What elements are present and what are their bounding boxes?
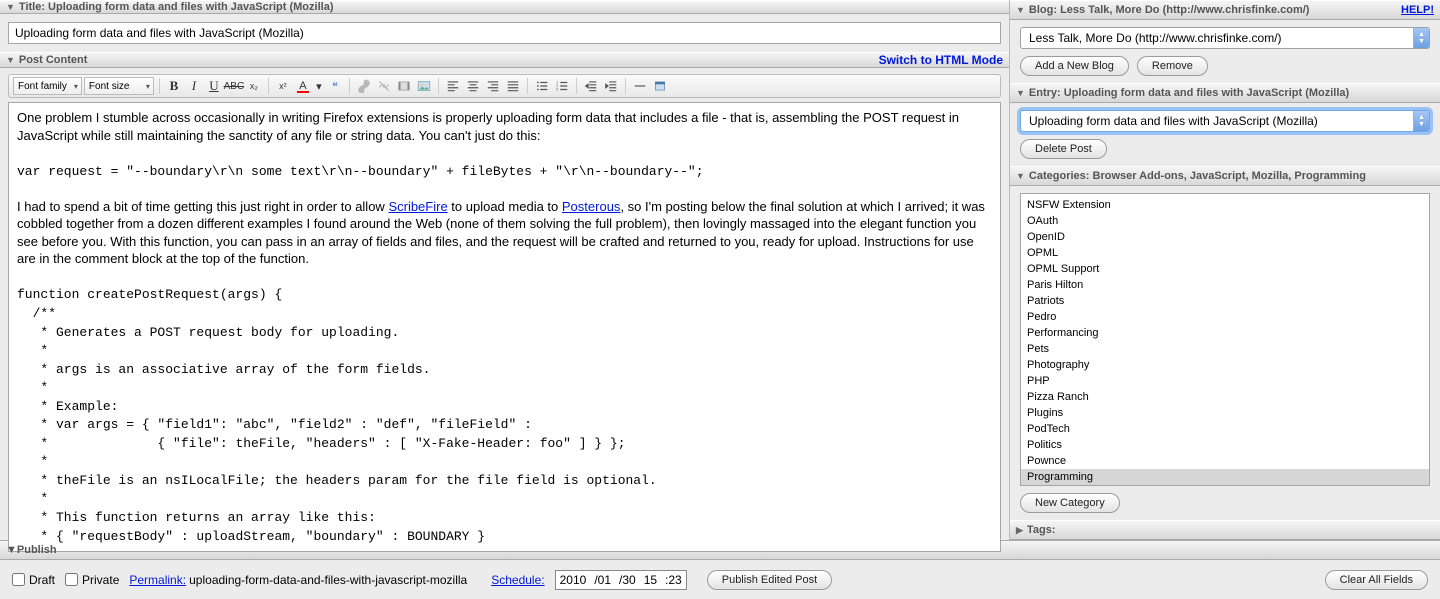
subscript-button[interactable]: x₂ bbox=[245, 77, 263, 95]
blog-panel-label: Blog: Less Talk, More Do (http://www.chr… bbox=[1029, 4, 1310, 16]
blog-select[interactable]: Less Talk, More Do (http://www.chrisfink… bbox=[1020, 27, 1430, 49]
title-panel-label: Title: Uploading form data and files wit… bbox=[19, 1, 334, 13]
collapse-icon: ▼ bbox=[6, 55, 15, 65]
private-checkbox[interactable]: Private bbox=[65, 573, 119, 587]
permalink-link[interactable]: Permalink: bbox=[129, 573, 186, 587]
content-panel-header[interactable]: ▼ Post Content Switch to HTML Mode bbox=[0, 52, 1009, 68]
font-family-select[interactable]: Font family bbox=[13, 77, 82, 95]
categories-panel-header[interactable]: ▼ Categories: Browser Add-ons, JavaScrip… bbox=[1010, 166, 1440, 186]
superscript-button[interactable]: x² bbox=[274, 77, 292, 95]
schedule-link[interactable]: Schedule: bbox=[491, 573, 544, 587]
category-item[interactable]: Patriots bbox=[1021, 293, 1429, 309]
category-item[interactable]: OpenID bbox=[1021, 229, 1429, 245]
link-button[interactable] bbox=[355, 77, 373, 95]
outdent-button[interactable] bbox=[582, 77, 600, 95]
hr-button[interactable] bbox=[631, 77, 649, 95]
category-item[interactable]: Pets bbox=[1021, 341, 1429, 357]
select-arrows-icon: ▲▼ bbox=[1413, 28, 1429, 48]
right-column: ▼ Blog: Less Talk, More Do (http://www.c… bbox=[1010, 0, 1440, 540]
collapse-icon: ▼ bbox=[6, 2, 15, 12]
category-item[interactable]: OAuth bbox=[1021, 213, 1429, 229]
draft-checkbox[interactable]: Draft bbox=[12, 573, 55, 587]
category-item[interactable]: Programming bbox=[1021, 469, 1429, 485]
bullet-list-button[interactable] bbox=[533, 77, 551, 95]
publish-bar: Draft Private Permalink: uploading-form-… bbox=[0, 560, 1440, 599]
tags-panel-label: Tags: bbox=[1027, 524, 1056, 536]
category-item[interactable]: Politics bbox=[1021, 437, 1429, 453]
collapse-icon: ▼ bbox=[1016, 88, 1025, 98]
delete-post-button[interactable]: Delete Post bbox=[1020, 139, 1107, 159]
posterous-link[interactable]: Posterous bbox=[562, 199, 621, 214]
publish-button[interactable]: Publish Edited Post bbox=[707, 570, 832, 590]
add-blog-button[interactable]: Add a New Blog bbox=[1020, 56, 1129, 76]
content-panel-label: Post Content bbox=[19, 54, 87, 66]
remove-blog-button[interactable]: Remove bbox=[1137, 56, 1208, 76]
scribefire-link[interactable]: ScribeFire bbox=[388, 199, 447, 214]
blog-panel-header[interactable]: ▼ Blog: Less Talk, More Do (http://www.c… bbox=[1010, 0, 1440, 20]
publish-panel-label: Publish bbox=[17, 544, 57, 556]
categories-list[interactable]: NewsRadioNintendo WiiNSFW ExtensionOAuth… bbox=[1020, 193, 1430, 486]
category-item[interactable]: OPML bbox=[1021, 245, 1429, 261]
new-category-button[interactable]: New Category bbox=[1020, 493, 1120, 513]
video-button[interactable] bbox=[395, 77, 413, 95]
category-item[interactable]: Pownce bbox=[1021, 453, 1429, 469]
title-panel-header[interactable]: ▼ Title: Uploading form data and files w… bbox=[0, 0, 1009, 14]
switch-html-link[interactable]: Switch to HTML Mode bbox=[879, 53, 1003, 67]
category-item[interactable]: Photography bbox=[1021, 357, 1429, 373]
collapse-icon: ▼ bbox=[1016, 171, 1025, 181]
italic-button[interactable]: I bbox=[185, 77, 203, 95]
categories-panel-label: Categories: Browser Add-ons, JavaScript,… bbox=[1029, 170, 1366, 182]
bold-button[interactable]: B bbox=[165, 77, 183, 95]
category-item[interactable]: Pizza Ranch bbox=[1021, 389, 1429, 405]
text-color-dropdown[interactable]: ▾ bbox=[314, 77, 324, 95]
window-button[interactable] bbox=[651, 77, 669, 95]
category-item[interactable]: Pedro bbox=[1021, 309, 1429, 325]
unlink-button[interactable] bbox=[375, 77, 393, 95]
entry-panel-label: Entry: Uploading form data and files wit… bbox=[1029, 87, 1349, 99]
help-link[interactable]: HELP! bbox=[1401, 4, 1434, 16]
tags-panel-header[interactable]: ▶ Tags: bbox=[1010, 520, 1440, 540]
select-arrows-icon: ▲▼ bbox=[1413, 111, 1429, 131]
editor-toolbar: Font family Font size B I U ABC x₂ x² A … bbox=[8, 74, 1001, 98]
category-item[interactable]: PodTech bbox=[1021, 421, 1429, 437]
schedule-input[interactable]: 2010 /01 /30 15 :23 bbox=[555, 570, 687, 590]
number-list-button[interactable]: 123 bbox=[553, 77, 571, 95]
category-item[interactable]: PHP bbox=[1021, 373, 1429, 389]
left-column: ▼ Title: Uploading form data and files w… bbox=[0, 0, 1010, 540]
align-right-button[interactable] bbox=[484, 77, 502, 95]
align-justify-button[interactable] bbox=[504, 77, 522, 95]
category-item[interactable]: Performancing bbox=[1021, 325, 1429, 341]
collapse-icon: ▶ bbox=[1016, 525, 1023, 536]
entry-panel-header[interactable]: ▼ Entry: Uploading form data and files w… bbox=[1010, 83, 1440, 103]
align-left-button[interactable] bbox=[444, 77, 462, 95]
title-input[interactable] bbox=[8, 22, 1001, 44]
align-center-button[interactable] bbox=[464, 77, 482, 95]
post-content-editor[interactable]: One problem I stumble across occasionall… bbox=[8, 102, 1001, 552]
clear-fields-button[interactable]: Clear All Fields bbox=[1325, 570, 1428, 590]
category-item[interactable]: OPML Support bbox=[1021, 261, 1429, 277]
category-item[interactable]: Plugins bbox=[1021, 405, 1429, 421]
indent-button[interactable] bbox=[602, 77, 620, 95]
image-button[interactable] bbox=[415, 77, 433, 95]
svg-text:3: 3 bbox=[556, 88, 558, 92]
collapse-icon: ▼ bbox=[6, 544, 17, 556]
font-size-select[interactable]: Font size bbox=[84, 77, 154, 95]
permalink-value: uploading-form-data-and-files-with-javas… bbox=[189, 573, 467, 587]
entry-select[interactable]: Uploading form data and files with JavaS… bbox=[1020, 110, 1430, 132]
blockquote-button[interactable]: ❝ bbox=[326, 77, 344, 95]
category-item[interactable]: NSFW Extension bbox=[1021, 197, 1429, 213]
text-color-button[interactable]: A bbox=[294, 77, 312, 95]
strikethrough-button[interactable]: ABC bbox=[225, 77, 243, 95]
collapse-icon: ▼ bbox=[1016, 5, 1025, 15]
underline-button[interactable]: U bbox=[205, 77, 223, 95]
category-item[interactable]: Paris Hilton bbox=[1021, 277, 1429, 293]
